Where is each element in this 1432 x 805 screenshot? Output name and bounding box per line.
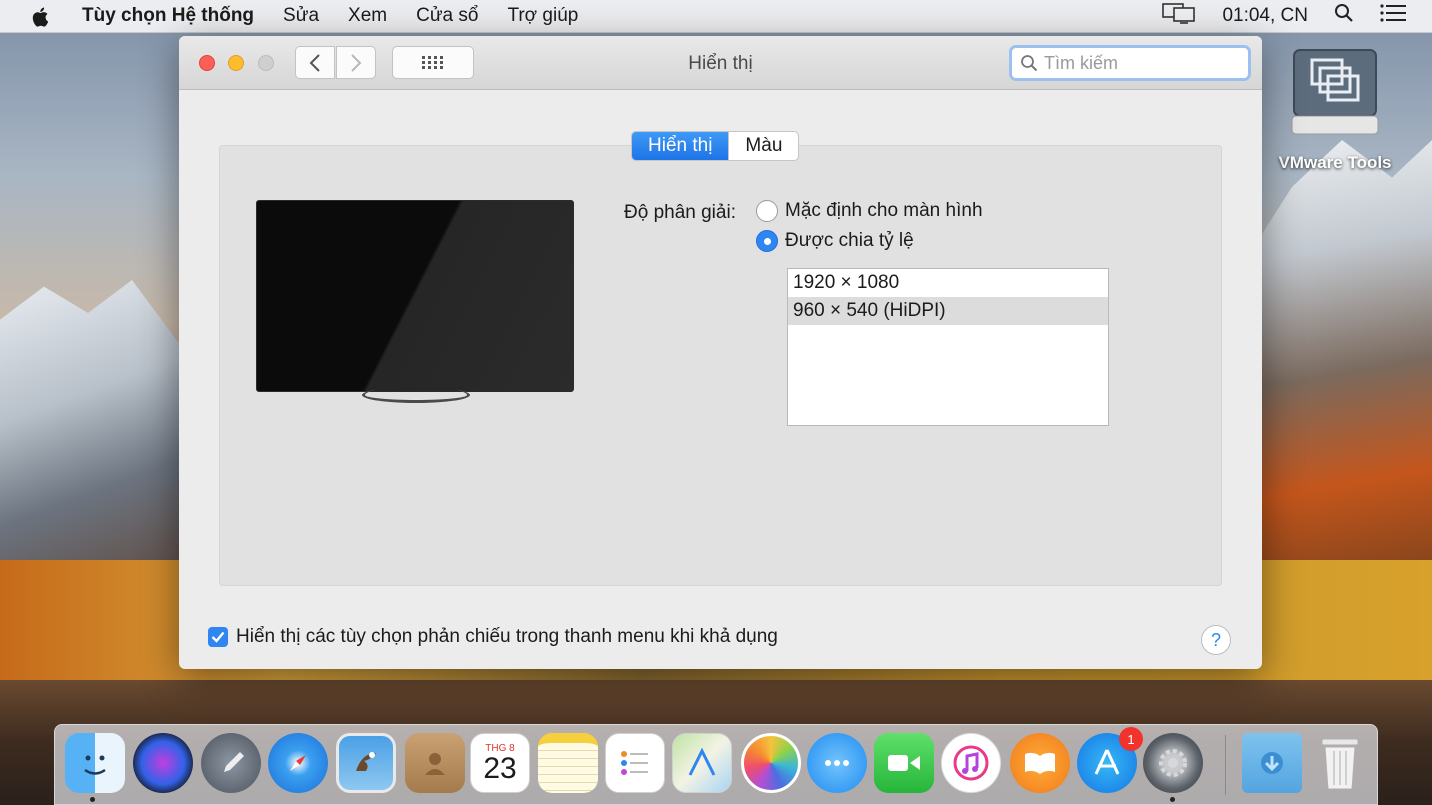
monitor-image	[256, 200, 574, 392]
search-placeholder: Tìm kiếm	[1044, 52, 1118, 73]
menu-view[interactable]: Xem	[348, 5, 387, 27]
tab-color[interactable]: Màu	[728, 132, 798, 160]
radio-scaled-row[interactable]: Được chia tỷ lệ	[756, 230, 914, 252]
radio-scaled-button[interactable]	[756, 230, 778, 252]
notification-center-icon[interactable]	[1380, 4, 1406, 28]
resolution-label: Độ phân giải:	[624, 202, 736, 223]
search-icon	[1021, 55, 1038, 72]
apple-menu-icon[interactable]	[0, 3, 82, 29]
maps-icon[interactable]	[672, 733, 732, 793]
finder-running-indicator	[90, 797, 95, 802]
mirror-options-label[interactable]: Hiển thị các tùy chọn phản chiếu trong t…	[236, 626, 778, 648]
resolution-list[interactable]: 1920 × 1080 960 × 540 (HiDPI)	[787, 268, 1109, 426]
menu-edit[interactable]: Sửa	[283, 5, 319, 27]
display-preferences-window: Hiển thị Tìm kiếm Hiển thị Màu Độ phân g…	[179, 36, 1262, 669]
finder-icon[interactable]	[65, 733, 125, 793]
title-bar[interactable]: Hiển thị Tìm kiếm	[179, 36, 1262, 90]
safari-icon[interactable]	[268, 733, 328, 793]
vmware-tools-drive-icon[interactable]	[1290, 46, 1380, 138]
dock: THG 8 23 1	[54, 724, 1378, 805]
calendar-icon[interactable]: THG 8 23	[470, 733, 530, 793]
system-preferences-icon[interactable]	[1143, 733, 1203, 793]
tab-display[interactable]: Hiển thị	[632, 132, 729, 160]
mirror-options-row[interactable]: Hiển thị các tùy chọn phản chiếu trong t…	[208, 626, 778, 648]
resolution-option[interactable]: 1920 × 1080	[788, 269, 1108, 297]
checkmark-icon	[211, 631, 225, 643]
mail-icon[interactable]	[336, 733, 396, 793]
radio-default-button[interactable]	[756, 200, 778, 222]
notes-icon[interactable]	[538, 733, 598, 793]
itunes-icon[interactable]	[941, 733, 1001, 793]
menu-bar: Tùy chọn Hệ thống Sửa Xem Cửa sổ Trợ giú…	[0, 0, 1432, 33]
siri-icon[interactable]	[133, 733, 193, 793]
spotlight-icon[interactable]	[1334, 3, 1354, 29]
display-settings-panel: Độ phân giải: Mặc định cho màn hình Được…	[219, 145, 1222, 586]
menu-app-name[interactable]: Tùy chọn Hệ thống	[82, 5, 254, 27]
vmware-tools-label[interactable]: VMware Tools	[1262, 153, 1408, 173]
trash-icon[interactable]	[1310, 733, 1370, 793]
menu-clock[interactable]: 01:04, CN	[1222, 5, 1308, 27]
help-button[interactable]: ?	[1201, 625, 1231, 655]
launchpad-icon[interactable]	[201, 733, 261, 793]
resolution-option-selected[interactable]: 960 × 540 (HiDPI)	[788, 297, 1108, 325]
facetime-icon[interactable]	[874, 733, 934, 793]
mirror-options-checkbox[interactable]	[208, 627, 228, 647]
app-store-icon[interactable]: 1	[1077, 727, 1143, 793]
radio-default-label[interactable]: Mặc định cho màn hình	[785, 200, 983, 222]
segmented-tabs: Hiển thị Màu	[631, 131, 800, 161]
system-preferences-running-indicator	[1170, 797, 1175, 802]
contacts-icon[interactable]	[405, 733, 465, 793]
menu-help[interactable]: Trợ giúp	[507, 5, 578, 27]
monitor-stand	[362, 387, 470, 403]
dock-separator	[1225, 735, 1226, 795]
wallpaper-mountain-right	[1232, 140, 1432, 610]
app-store-badge: 1	[1119, 727, 1143, 751]
menu-window[interactable]: Cửa sổ	[416, 5, 478, 27]
messages-icon[interactable]	[807, 733, 867, 793]
radio-scaled-label[interactable]: Được chia tỷ lệ	[785, 230, 914, 252]
photos-icon[interactable]	[741, 733, 801, 793]
display-mirroring-icon[interactable]	[1162, 2, 1196, 30]
ibooks-icon[interactable]	[1010, 733, 1070, 793]
search-field[interactable]: Tìm kiếm	[1009, 45, 1251, 81]
calendar-day: 23	[483, 751, 517, 785]
reminders-icon[interactable]	[605, 733, 665, 793]
radio-default-row[interactable]: Mặc định cho màn hình	[756, 200, 983, 222]
downloads-icon[interactable]	[1242, 733, 1302, 793]
